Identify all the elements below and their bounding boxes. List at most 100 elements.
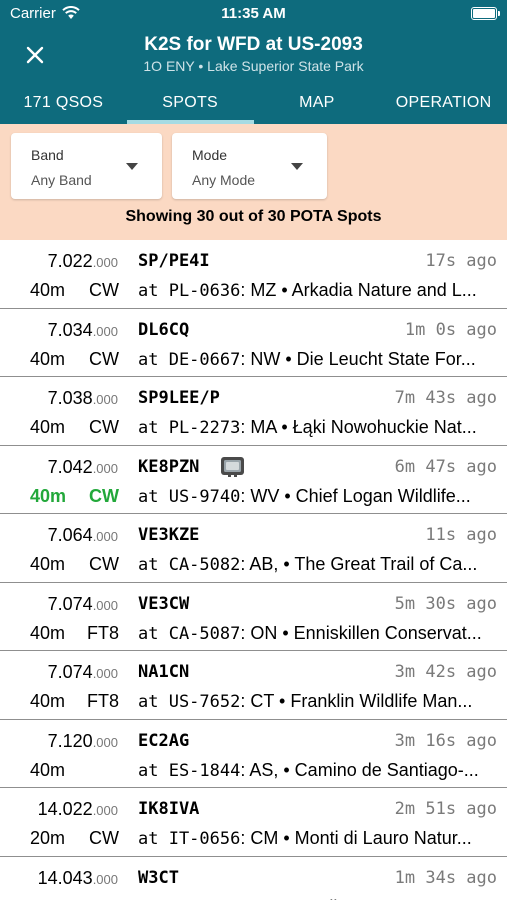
spot-band: 40m [30, 417, 66, 437]
spot-frequency: 7.038.000 [48, 388, 118, 409]
park-name: : WV • Chief Logan Wildlife... [240, 485, 471, 506]
frequency-hz: .000 [92, 255, 118, 270]
spot-row[interactable]: 7.034.000 40m CW DL6CQ 1m 0s ago at DE-0667: … [0, 308, 507, 377]
spot-row[interactable]: 7.038.000 40m CW SP9LEE/P 7m 43s ago at PL-22… [0, 377, 507, 446]
frequency-hz: .000 [92, 666, 118, 681]
app-header: Carrier 11:35 AM K2S for WFD at US-2093 … [0, 0, 507, 124]
spot-age: 7m 43s ago [394, 388, 497, 408]
spot-park: at IT-0656: CM • Monti di Lauro Natur... [138, 828, 495, 849]
tab-bar: 171 QSOS SPOTS MAP OPERATION [0, 86, 507, 124]
frequency-khz: 7.042 [47, 456, 93, 477]
park-reference: at CA-5082 [138, 555, 241, 575]
spot-park: at US-2630: WV • Tomlinson Run State... [138, 897, 495, 900]
tab-map[interactable]: MAP [254, 86, 381, 124]
spot-park: at PL-2273: MA • Łąki Nowohuckie Nat... [138, 417, 495, 438]
spot-mode: CW [89, 485, 119, 506]
spot-callsign: SP9LEE/P [138, 388, 220, 408]
spot-mode: CW [89, 828, 119, 848]
spot-mode: FT8 [86, 622, 119, 643]
spot-frequency: 7.120.000 [48, 731, 118, 752]
park-name: : NW • Die Leucht State For... [240, 348, 476, 369]
spot-age: 2m 51s ago [394, 799, 497, 819]
spot-age: 1m 34s ago [394, 867, 497, 888]
spot-callsign: W3CT [138, 867, 179, 888]
spot-age: 1m 0s ago [404, 319, 497, 340]
park-reference: at ES-1844 [138, 760, 241, 781]
spot-frequency: 7.022.000 [48, 251, 118, 272]
spot-frequency: 7.034.000 [48, 320, 118, 341]
page-title: K2S for WFD at US-2093 [144, 34, 363, 55]
spot-age: 3m 42s ago [394, 662, 497, 682]
frequency-khz: 14.022 [37, 799, 93, 819]
spot-count-summary: Showing 30 out of 30 POTA Spots [125, 208, 382, 225]
spot-park: at ES-1844: AS, • Camino de Santiago-... [138, 760, 495, 781]
mode-dropdown[interactable]: Mode Any Mode [172, 133, 327, 199]
spot-row[interactable]: 14.022.000 20m CW IK8IVA 2m 51s ago at IT-065… [0, 788, 507, 857]
tab-qsos[interactable]: 171 QSOS [0, 86, 127, 124]
park-name: : ON • Enniskillen Conservat... [240, 622, 482, 643]
spot-row[interactable]: 7.120.000 40m EC2AG 3m 16s ago at ES-1844: A… [0, 719, 507, 788]
spot-age: 5m 30s ago [394, 593, 497, 614]
spot-mode: CW [89, 348, 119, 369]
status-bar: Carrier 11:35 AM [0, 0, 507, 28]
spot-band: 40m [30, 348, 66, 369]
park-name: : CT • Franklin Wildlife Man... [240, 691, 473, 711]
band-dropdown[interactable]: Band Any Band [11, 133, 162, 199]
park-reference: at CA-5087 [138, 623, 241, 644]
park-reference: at IT-0656 [138, 829, 241, 849]
tv-icon [221, 456, 244, 477]
park-reference: at US-9740 [138, 486, 241, 507]
tab-operation[interactable]: OPERATION [380, 86, 507, 124]
frequency-khz: 7.022 [47, 251, 93, 271]
frequency-hz: .000 [92, 803, 118, 818]
spot-age: 17s ago [425, 251, 497, 271]
spot-callsign: KE8PZN [138, 456, 200, 477]
spot-frequency: 14.043.000 [38, 868, 118, 889]
frequency-khz: 7.038 [47, 388, 93, 408]
band-dropdown-value: Any Band [31, 172, 92, 188]
spot-row[interactable]: 7.074.000 40m FT8 NA1CN 3m 42s ago at US-7652… [0, 651, 507, 720]
spot-row[interactable]: 7.064.000 40m CW VE3KZE 11s ago at CA-5082: A… [0, 514, 507, 583]
spot-park: at CA-5082: AB, • The Great Trail of Ca.… [138, 554, 495, 575]
spot-age: 11s ago [425, 525, 497, 545]
spot-frequency: 7.042.000 [48, 457, 118, 478]
spot-age: 3m 16s ago [394, 730, 497, 751]
spot-mode: CW [89, 417, 119, 437]
spot-callsign: VE3CW [138, 593, 190, 614]
spot-mode: CW [89, 897, 119, 900]
spot-frequency: 7.074.000 [48, 662, 118, 683]
spot-callsign: EC2AG [138, 730, 190, 751]
spot-mode: CW [89, 280, 119, 300]
park-reference: at PL-0636 [138, 281, 241, 301]
park-name: : MA • Łąki Nowohuckie Nat... [240, 417, 477, 437]
chevron-down-icon [291, 163, 303, 170]
spot-row[interactable]: 7.074.000 40m FT8 VE3CW 5m 30s ago at CA-5087… [0, 582, 507, 651]
frequency-hz: .000 [92, 392, 118, 407]
spot-row[interactable]: 7.022.000 40m CW SP/PE4I 17s ago at PL-0636: … [0, 240, 507, 309]
filter-panel: Band Any Band Mode Any Mode Showing 30 o… [0, 124, 507, 240]
frequency-hz: .000 [92, 460, 118, 476]
park-name: : MZ • Arkadia Nature and L... [240, 280, 477, 300]
spot-park: at PL-0636: MZ • Arkadia Nature and L... [138, 280, 495, 301]
frequency-hz: .000 [92, 323, 118, 339]
spot-park: at US-7652: CT • Franklin Wildlife Man..… [138, 691, 495, 712]
spot-row[interactable]: 14.043.000 20m CW W3CT 1m 34s ago at US-2630:… [0, 856, 507, 900]
park-reference: at US-7652 [138, 692, 241, 712]
spot-park: at US-9740: WV • Chief Logan Wildlife... [138, 486, 495, 507]
spot-callsign: VE3KZE [138, 525, 200, 545]
park-name: : AS, • Camino de Santiago-... [240, 759, 479, 780]
park-reference: at DE-0667 [138, 349, 241, 370]
spot-band: 40m [30, 554, 66, 574]
frequency-hz: .000 [92, 529, 118, 544]
frequency-khz: 7.074 [47, 662, 93, 682]
spot-mode: CW [89, 554, 119, 574]
park-name: : WV • Tomlinson Run State... [240, 897, 476, 900]
tab-spots[interactable]: SPOTS [126, 86, 254, 124]
spot-park: at DE-0667: NW • Die Leucht State For... [138, 349, 495, 370]
spot-callsign: NA1CN [138, 662, 190, 682]
spot-row[interactable]: 7.042.000 40m CW KE8PZN 6m 47s ago at US-9740… [0, 445, 507, 514]
frequency-khz: 7.034 [47, 319, 93, 340]
spot-band: 40m [30, 759, 66, 780]
spot-callsign: IK8IVA [138, 799, 200, 819]
frequency-hz: .000 [92, 597, 118, 613]
